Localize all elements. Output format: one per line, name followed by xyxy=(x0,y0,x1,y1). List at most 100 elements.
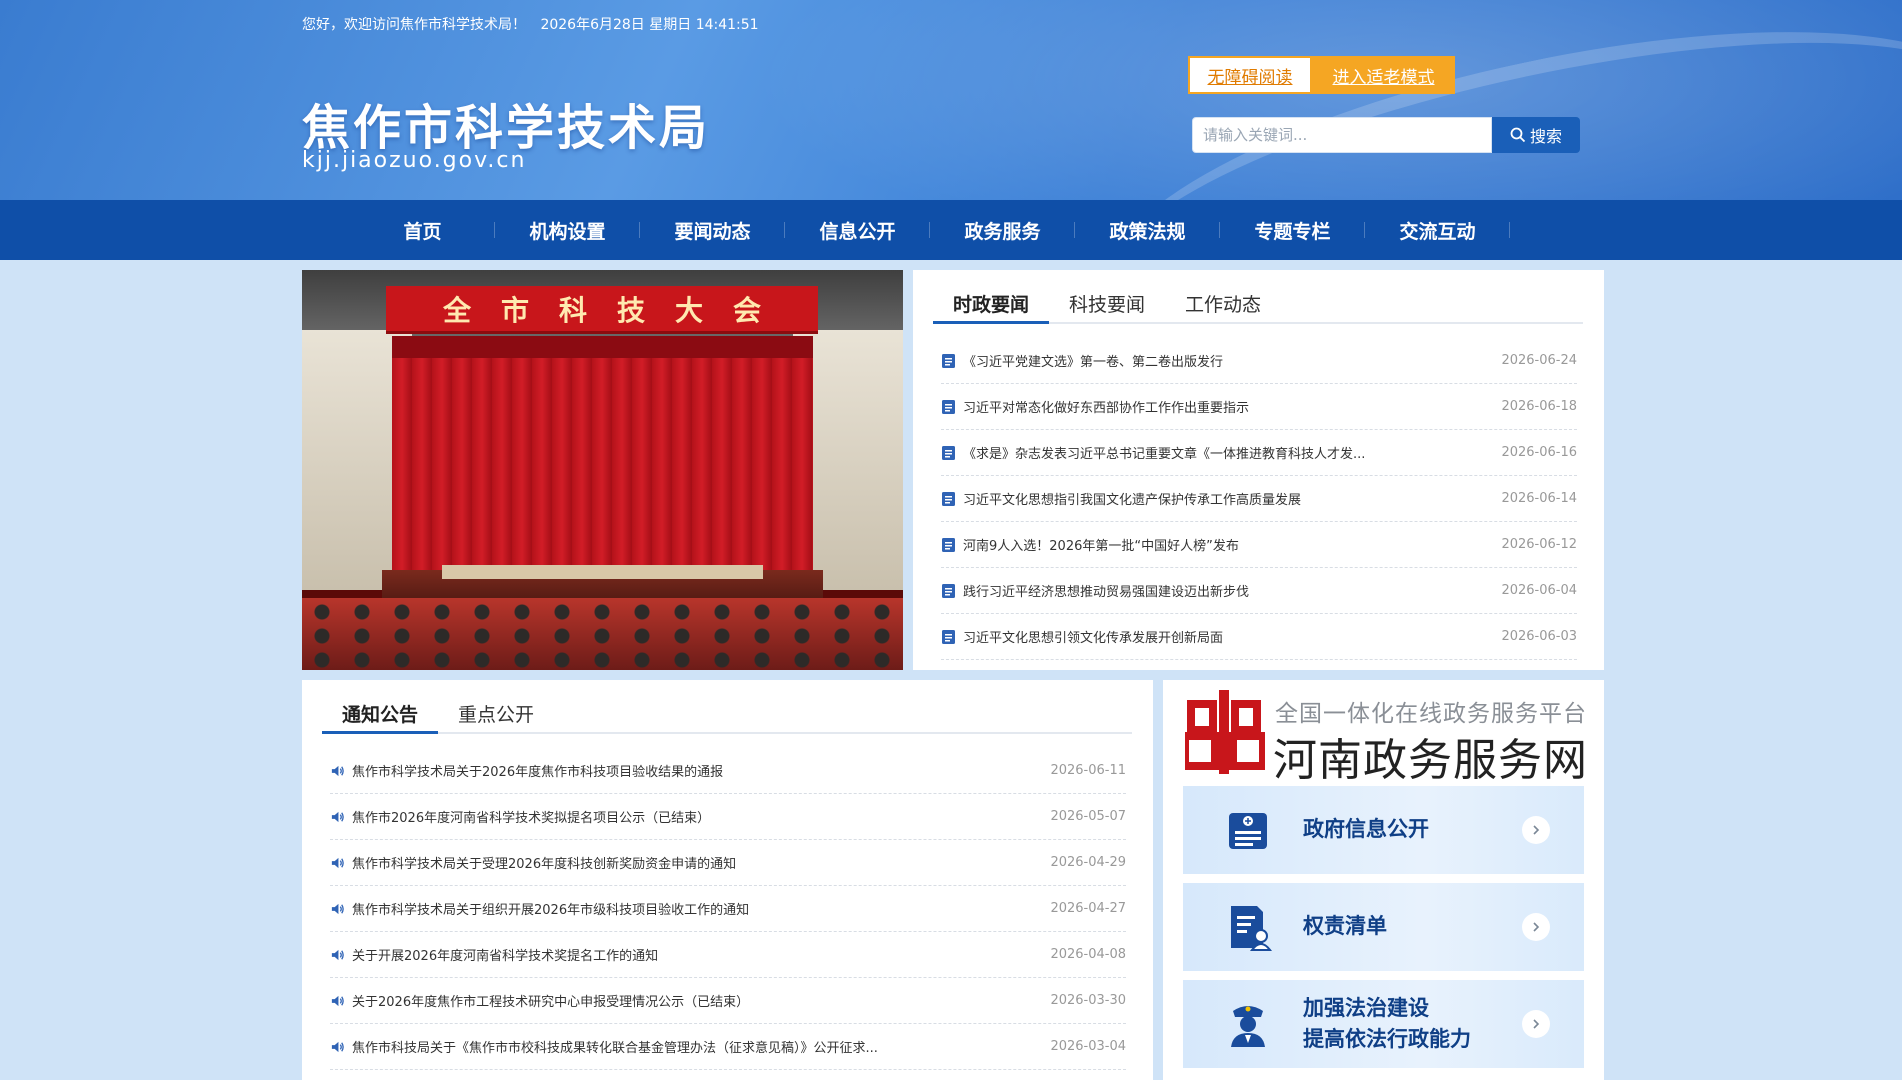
henan-gov-service-logo-icon xyxy=(1185,690,1265,774)
tab-current-affairs[interactable]: 时政要闻 xyxy=(933,284,1050,324)
news-title: 习近平对常态化做好东西部协作工作作出重要指示 xyxy=(963,401,1250,416)
nav-item-news[interactable]: 要闻动态 xyxy=(640,200,785,260)
list-item[interactable]: 河南9人入选！2026年第一批“中国好人榜”发布 2026-06-12 xyxy=(941,522,1577,568)
list-item[interactable]: 《习近平党建文选》第一卷、第二卷出版发行 2026-06-24 xyxy=(941,338,1577,384)
list-item[interactable]: 习近平文化思想引领文化传承发展开创新局面 2026-06-03 xyxy=(941,614,1577,660)
news-date: 2026-06-24 xyxy=(1501,353,1577,368)
list-item[interactable]: 焦作市科学技术局关于受理2026年度科技创新奖励资金申请的通知 2026-04-… xyxy=(330,840,1126,886)
platform-subtitle: 全国一体化在线政务服务平台 xyxy=(1275,701,1587,727)
notice-title: 焦作市科技局关于《焦作市市校科技成果转化联合基金管理办法（征求意见稿）》公开征求… xyxy=(352,1041,878,1056)
notice-date: 2026-05-07 xyxy=(1050,809,1126,824)
news-date: 2026-06-03 xyxy=(1501,629,1577,644)
platform-name: 河南政务服务网 xyxy=(1273,735,1588,786)
banner-sign: 全市科技大会 xyxy=(386,286,818,334)
site-header: 您好，欢迎访问焦作市科学技术局！ 2026年6月28日 星期日 14:41:51… xyxy=(0,0,1902,200)
gov-info-disclosure-card[interactable]: 政府信息公开 xyxy=(1183,786,1584,874)
notice-title: 焦作市2026年度河南省科学技术奖拟提名项目公示（已结束） xyxy=(352,811,711,826)
list-item[interactable]: 关于2026年度焦作市工程技术研究中心申报受理情况公示（已结束） 2026-03… xyxy=(330,978,1126,1024)
card-label: 政府信息公开 xyxy=(1303,817,1429,842)
news-date: 2026-06-04 xyxy=(1501,583,1577,598)
news-title: 《习近平党建文选》第一卷、第二卷出版发行 xyxy=(963,355,1224,370)
document-icon xyxy=(942,445,955,460)
news-title: 河南9人入选！2026年第一批“中国好人榜”发布 xyxy=(963,539,1239,554)
speaker-icon xyxy=(331,1041,344,1052)
police-officer-icon xyxy=(1231,1006,1265,1047)
nav-item-interaction[interactable]: 交流互动 xyxy=(1365,200,1510,260)
rule-of-law-card[interactable]: 加强法治建设 提高依法行政能力 xyxy=(1183,980,1584,1068)
document-icon xyxy=(942,399,955,414)
tab-key-disclosure[interactable]: 重点公开 xyxy=(438,694,554,732)
card-label-line1: 加强法治建设 xyxy=(1303,995,1429,1020)
list-item[interactable]: 焦作市科学技术局关于2026年度焦作市科技项目验收结果的通报 2026-06-1… xyxy=(330,748,1126,794)
speaker-icon xyxy=(331,857,344,868)
notice-date: 2026-04-27 xyxy=(1050,901,1126,916)
main-nav: 首页 机构设置 要闻动态 信息公开 政务服务 政策法规 专题专栏 交流互动 xyxy=(0,200,1902,260)
notice-title: 焦作市科学技术局关于受理2026年度科技创新奖励资金申请的通知 xyxy=(352,857,737,872)
list-item[interactable]: 践行习近平经济思想推动贸易强国建设迈出新步伐 2026-06-04 xyxy=(941,568,1577,614)
card-label-line2: 提高依法行政能力 xyxy=(1303,1027,1471,1051)
document-icon xyxy=(942,537,955,552)
notice-title: 关于2026年度焦作市工程技术研究中心申报受理情况公示（已结束） xyxy=(352,995,750,1010)
news-title: 习近平文化思想指引我国文化遗产保护传承工作高质量发展 xyxy=(963,493,1302,508)
banner-image[interactable]: 全市科技大会 xyxy=(302,270,903,670)
stage-table xyxy=(442,565,763,579)
news-date: 2026-06-18 xyxy=(1501,399,1577,414)
news-date: 2026-06-16 xyxy=(1501,445,1577,460)
document-icon xyxy=(942,583,955,598)
nav-item-info-disclosure[interactable]: 信息公开 xyxy=(785,200,930,260)
site-domain: kjj.jiaozuo.gov.cn xyxy=(302,148,527,173)
stage-curtain xyxy=(392,336,813,586)
search-icon xyxy=(1510,127,1526,143)
list-item[interactable]: 焦作市2026年度河南省科学技术奖拟提名项目公示（已结束） 2026-05-07 xyxy=(330,794,1126,840)
nav-list: 首页 机构设置 要闻动态 信息公开 政务服务 政策法规 专题专栏 交流互动 xyxy=(350,200,1510,260)
list-item[interactable]: 关于开展2026年度河南省科学技术奖提名工作的通知 2026-04-08 xyxy=(330,932,1126,978)
accessible-reading-button[interactable]: 无障碍阅读 xyxy=(1188,56,1312,94)
search-bar: 搜索 xyxy=(1192,117,1580,153)
nav-item-policies[interactable]: 政策法规 xyxy=(1075,200,1220,260)
notice-list: 焦作市科学技术局关于2026年度焦作市科技项目验收结果的通报 2026-06-1… xyxy=(330,748,1126,1070)
list-item[interactable]: 焦作市科学技术局关于组织开展2026年市级科技项目验收工作的通知 2026-04… xyxy=(330,886,1126,932)
chevron-right-icon xyxy=(1522,816,1550,844)
search-input[interactable] xyxy=(1192,117,1492,153)
notice-panel: 通知公告 重点公开 焦作市科学技术局关于2026年度焦作市科技项目验收结果的通报… xyxy=(302,680,1153,1080)
search-button[interactable]: 搜索 xyxy=(1492,117,1580,153)
document-id-icon xyxy=(1229,813,1267,849)
nav-item-organization[interactable]: 机构设置 xyxy=(495,200,640,260)
speaker-icon xyxy=(331,995,344,1006)
document-icon xyxy=(942,491,955,506)
list-item[interactable]: 焦作市科技局关于《焦作市市校科技成果转化联合基金管理办法（征求意见稿）》公开征求… xyxy=(330,1024,1126,1070)
notice-title: 焦作市科学技术局关于组织开展2026年市级科技项目验收工作的通知 xyxy=(352,903,750,918)
speaker-icon xyxy=(331,903,344,914)
news-title: 习近平文化思想引领文化传承发展开创新局面 xyxy=(963,631,1224,646)
greeting-text: 您好，欢迎访问焦作市科学技术局！ xyxy=(302,17,526,33)
card-label: 权责清单 xyxy=(1303,914,1387,939)
responsibility-list-card[interactable]: 权责清单 xyxy=(1183,883,1584,971)
elder-mode-button[interactable]: 进入适老模式 xyxy=(1312,56,1455,94)
search-button-label: 搜索 xyxy=(1529,127,1562,146)
news-panel: 时政要闻 科技要闻 工作动态 《习近平党建文选》第一卷、第二卷出版发行 2026… xyxy=(913,270,1604,670)
news-title: 践行习近平经济思想推动贸易强国建设迈出新步伐 xyxy=(963,585,1250,600)
news-title: 《求是》杂志发表习近平总书记重要文章《一体推进教育科技人才发... xyxy=(963,447,1366,462)
service-panel: 全国一体化在线政务服务平台 河南政务服务网 政府信息公开 权责清单 加强法治建设… xyxy=(1163,680,1604,1080)
tab-science-news[interactable]: 科技要闻 xyxy=(1049,284,1165,322)
notice-date: 2026-03-30 xyxy=(1050,993,1126,1008)
speaker-icon xyxy=(331,811,344,822)
tab-work-updates[interactable]: 工作动态 xyxy=(1165,284,1281,322)
current-datetime: 2026年6月28日 星期日 14:41:51 xyxy=(540,17,759,33)
notice-title: 焦作市科学技术局关于2026年度焦作市科技项目验收结果的通报 xyxy=(352,765,724,780)
nav-item-home[interactable]: 首页 xyxy=(350,200,495,260)
curtain-valance xyxy=(392,336,813,358)
document-icon xyxy=(942,629,955,644)
tab-notices[interactable]: 通知公告 xyxy=(322,694,439,734)
nav-item-gov-services[interactable]: 政务服务 xyxy=(930,200,1075,260)
notice-date: 2026-04-08 xyxy=(1050,947,1126,962)
notice-date: 2026-03-04 xyxy=(1050,1039,1126,1054)
reading-mode-buttons: 无障碍阅读 进入适老模式 xyxy=(1188,56,1455,94)
nav-item-topics[interactable]: 专题专栏 xyxy=(1220,200,1365,260)
chevron-right-icon xyxy=(1522,913,1550,941)
notice-date: 2026-06-11 xyxy=(1050,763,1126,778)
user-list-icon xyxy=(1231,906,1273,951)
list-item[interactable]: 《求是》杂志发表习近平总书记重要文章《一体推进教育科技人才发... 2026-0… xyxy=(941,430,1577,476)
list-item[interactable]: 习近平文化思想指引我国文化遗产保护传承工作高质量发展 2026-06-14 xyxy=(941,476,1577,522)
list-item[interactable]: 习近平对常态化做好东西部协作工作作出重要指示 2026-06-18 xyxy=(941,384,1577,430)
